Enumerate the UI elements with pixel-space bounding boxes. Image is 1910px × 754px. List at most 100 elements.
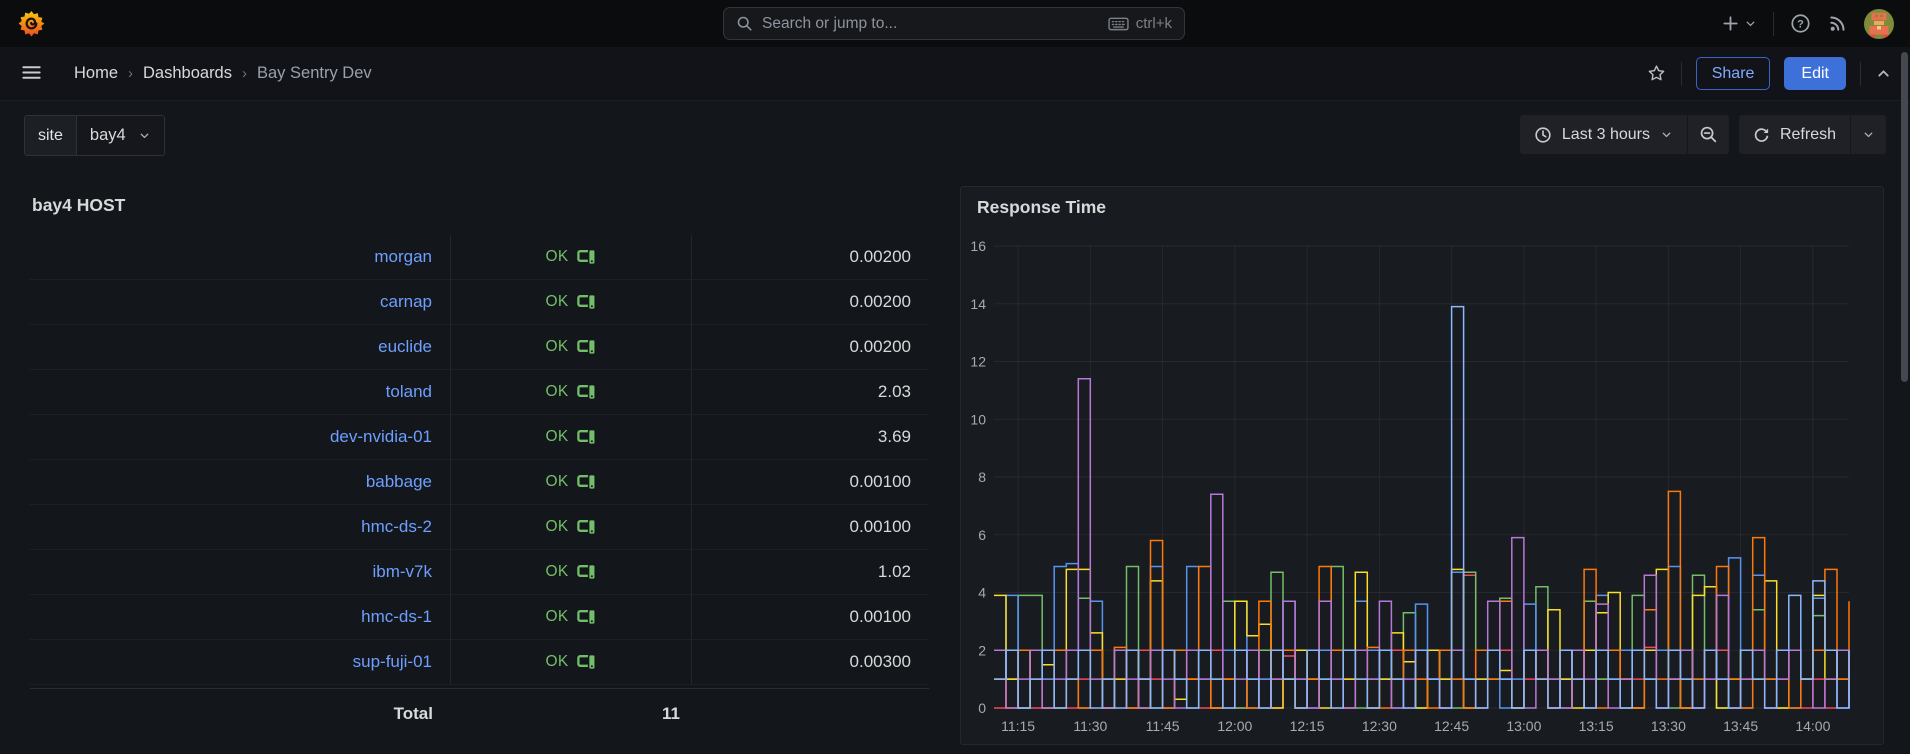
value-cell: 0.00200: [692, 235, 929, 279]
add-button[interactable]: [1721, 14, 1757, 33]
server-icon: [577, 292, 597, 312]
chevron-up-icon[interactable]: [1875, 65, 1892, 82]
y-axis-tick: 6: [978, 527, 986, 543]
search-placeholder: Search or jump to...: [762, 15, 1099, 33]
server-icon: [577, 562, 597, 582]
table-row: morgan OK 0.00200: [30, 235, 929, 280]
keyboard-icon: [1108, 15, 1129, 32]
server-icon: [577, 517, 597, 537]
x-axis-tick: 12:30: [1362, 718, 1397, 734]
host-link[interactable]: toland: [386, 382, 432, 402]
host-cell: ibm-v7k: [30, 550, 451, 594]
page-scrollbar[interactable]: [1901, 52, 1908, 382]
share-button[interactable]: Share: [1696, 57, 1771, 90]
response-time-chart-svg: 024681012141611:1511:3011:4512:0012:1512…: [961, 187, 1883, 744]
site-variable-dropdown[interactable]: bay4: [77, 116, 164, 155]
host-link[interactable]: hmc-ds-1: [361, 607, 432, 627]
table-row: sup-fuji-01 OK 0.00300: [30, 640, 929, 685]
y-axis-tick: 12: [970, 354, 986, 370]
breadcrumb-separator-icon: ›: [242, 65, 247, 82]
status-ok-badge: OK: [546, 248, 569, 266]
x-axis-tick: 13:45: [1723, 718, 1758, 734]
grafana-app: Search or jump to... ctrl+k ?: [0, 0, 1910, 754]
help-icon[interactable]: ?: [1790, 13, 1811, 34]
breadcrumb-dashboards[interactable]: Dashboards: [143, 64, 232, 83]
series-orange-line: [994, 491, 1849, 708]
host-link[interactable]: dev-nvidia-01: [330, 427, 432, 447]
table-row: euclideOK0.00200: [30, 325, 929, 370]
table-row: carnapOK0.00200: [30, 280, 929, 325]
x-axis-tick: 13:15: [1579, 718, 1614, 734]
edit-button[interactable]: Edit: [1784, 57, 1846, 90]
y-axis-tick: 16: [970, 238, 986, 254]
actions-divider: [1860, 62, 1861, 86]
refresh-icon: [1753, 126, 1770, 143]
response-time-panel: Response Time 024681012141611:1511:3011:…: [960, 186, 1884, 745]
host-cell: hmc-ds-2: [30, 505, 451, 549]
topbar-divider: [1773, 12, 1774, 36]
series-purple-line: [994, 379, 1849, 708]
series-blue-line: [994, 558, 1849, 708]
value-cell: 0.00100: [692, 460, 929, 504]
host-link[interactable]: morgan: [374, 247, 432, 267]
host-link[interactable]: euclide: [378, 337, 432, 357]
server-icon: [577, 652, 597, 672]
status-cell: OK: [451, 280, 692, 324]
zoom-out-button[interactable]: [1687, 115, 1729, 154]
total-value: 11: [451, 704, 692, 724]
x-axis-tick: 13:30: [1651, 718, 1686, 734]
host-cell: euclide: [30, 325, 451, 369]
host-link[interactable]: babbage: [366, 472, 432, 492]
user-avatar[interactable]: [1864, 9, 1894, 39]
status-ok-badge: OK: [546, 653, 569, 671]
value-cell: 0.00100: [692, 595, 929, 639]
value-cell: 1.02: [692, 550, 929, 594]
series-yellow-line: [994, 569, 1849, 708]
refresh-interval-dropdown[interactable]: [1850, 115, 1886, 154]
host-link[interactable]: carnap: [380, 292, 432, 312]
table-totals-row: Total 11: [30, 688, 929, 739]
value-cell: 3.69: [692, 415, 929, 459]
site-variable-label: site: [25, 116, 77, 155]
menu-toggle-icon[interactable]: [20, 61, 43, 89]
status-ok-badge: OK: [546, 563, 569, 581]
host-cell: morgan: [30, 235, 451, 279]
y-axis-tick: 0: [978, 700, 986, 716]
table-row: ibm-v7k OK 1.02: [30, 550, 929, 595]
breadcrumb: Home › Dashboards › Bay Sentry Dev: [74, 47, 372, 100]
grafana-logo-icon[interactable]: [18, 10, 45, 37]
x-axis-tick: 12:00: [1217, 718, 1252, 734]
status-cell: OK: [451, 460, 692, 504]
host-link[interactable]: hmc-ds-2: [361, 517, 432, 537]
news-rss-icon[interactable]: [1827, 13, 1848, 34]
table-row: dev-nvidia-01OK3.69: [30, 415, 929, 460]
refresh-button[interactable]: Refresh: [1739, 115, 1850, 154]
clock-icon: [1534, 126, 1552, 144]
svg-text:?: ?: [1797, 18, 1804, 30]
status-ok-badge: OK: [546, 473, 569, 491]
host-link[interactable]: ibm-v7k: [372, 562, 432, 582]
value-cell: 2.03: [692, 370, 929, 414]
host-cell: hmc-ds-1: [30, 595, 451, 639]
chevron-down-icon: [1660, 128, 1673, 141]
server-icon: [577, 247, 597, 267]
time-range-picker[interactable]: Last 3 hours: [1520, 115, 1687, 154]
breadcrumb-separator-icon: ›: [128, 65, 133, 82]
x-axis-tick: 14:00: [1795, 718, 1830, 734]
status-cell: OK: [451, 370, 692, 414]
top-nav-bar: Search or jump to... ctrl+k ?: [0, 0, 1910, 47]
status-cell: OK: [451, 505, 692, 549]
table-row: hmc-ds-1OK0.00100: [30, 595, 929, 640]
host-link[interactable]: sup-fuji-01: [353, 652, 432, 672]
x-axis-tick: 11:45: [1146, 718, 1180, 734]
value-cell: 0.00100: [692, 505, 929, 549]
star-favorite-icon[interactable]: [1646, 63, 1667, 84]
y-axis-tick: 2: [978, 642, 986, 658]
panel-title[interactable]: bay4 HOST: [32, 195, 125, 216]
value-cell: 0.00200: [692, 325, 929, 369]
chevron-down-icon: [1744, 17, 1757, 30]
value-cell: 0.00300: [692, 640, 929, 684]
search-input[interactable]: Search or jump to... ctrl+k: [723, 7, 1185, 40]
x-axis-tick: 12:15: [1290, 718, 1325, 734]
breadcrumb-home[interactable]: Home: [74, 64, 118, 83]
